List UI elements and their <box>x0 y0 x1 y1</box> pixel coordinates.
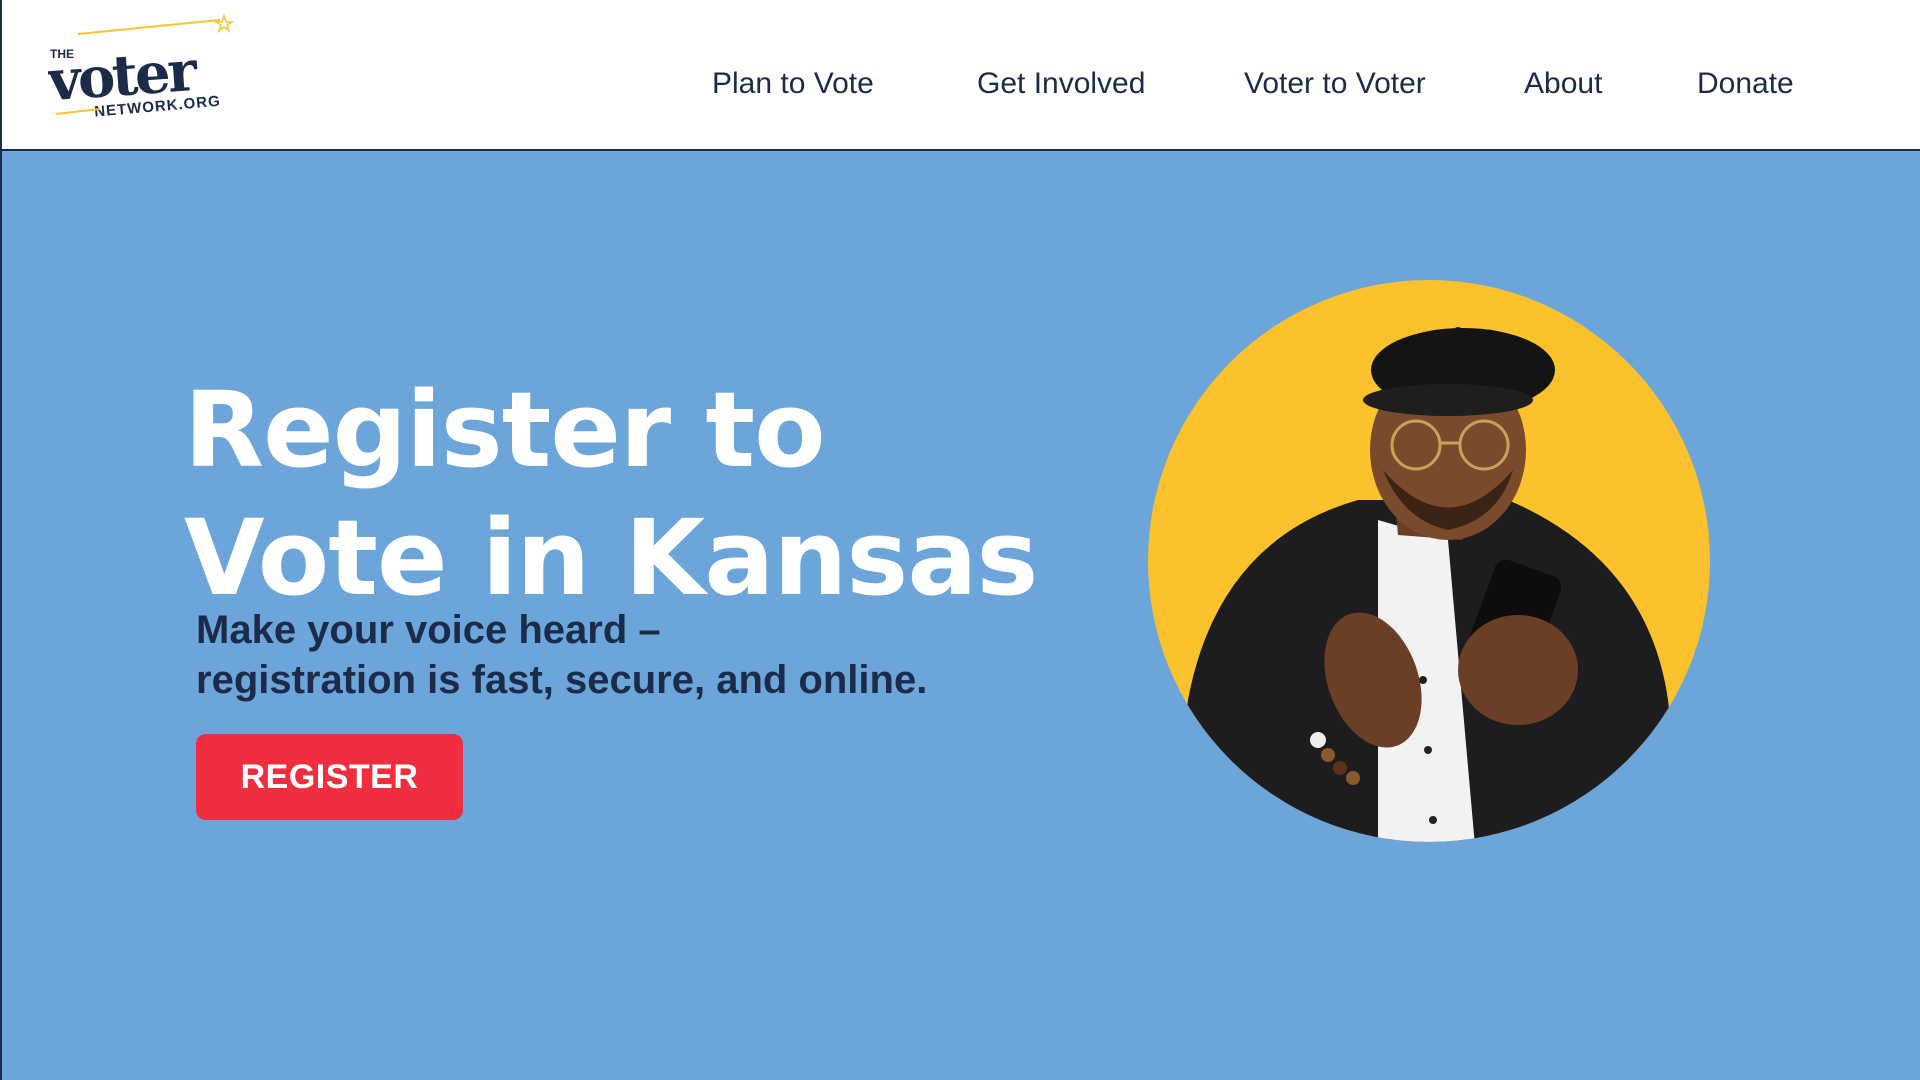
person-using-smartphone-photo <box>1148 280 1710 842</box>
hero-subtitle: Make your voice heard – registration is … <box>196 605 996 705</box>
register-button[interactable]: REGISTER <box>196 734 463 820</box>
hero-title: Register to Vote in Kansas <box>184 366 1084 622</box>
hero-subtitle-line-1: Make your voice heard – <box>196 608 661 652</box>
nav-voter-to-voter[interactable]: Voter to Voter <box>1244 60 1426 108</box>
star-icon <box>213 14 235 34</box>
site-header: THE voter NETWORK.ORG Plan to Vote Get I… <box>0 0 1920 151</box>
logo-swoosh-top <box>77 19 221 35</box>
nav-donate[interactable]: Donate <box>1697 60 1794 108</box>
hero-subtitle-line-2: registration is fast, secure, and online… <box>196 658 928 702</box>
nav-about[interactable]: About <box>1524 60 1602 108</box>
hero-portrait <box>1148 280 1710 862</box>
hero-title-line-1: Register to <box>184 369 826 491</box>
main-nav: Plan to Vote Get Involved Voter to Voter… <box>2 60 1920 108</box>
nav-plan-to-vote[interactable]: Plan to Vote <box>712 60 874 108</box>
hero-section: Register to Vote in Kansas Make your voi… <box>0 151 1920 1080</box>
nav-get-involved[interactable]: Get Involved <box>977 60 1145 108</box>
hero-title-line-2: Vote in Kansas <box>184 497 1038 619</box>
